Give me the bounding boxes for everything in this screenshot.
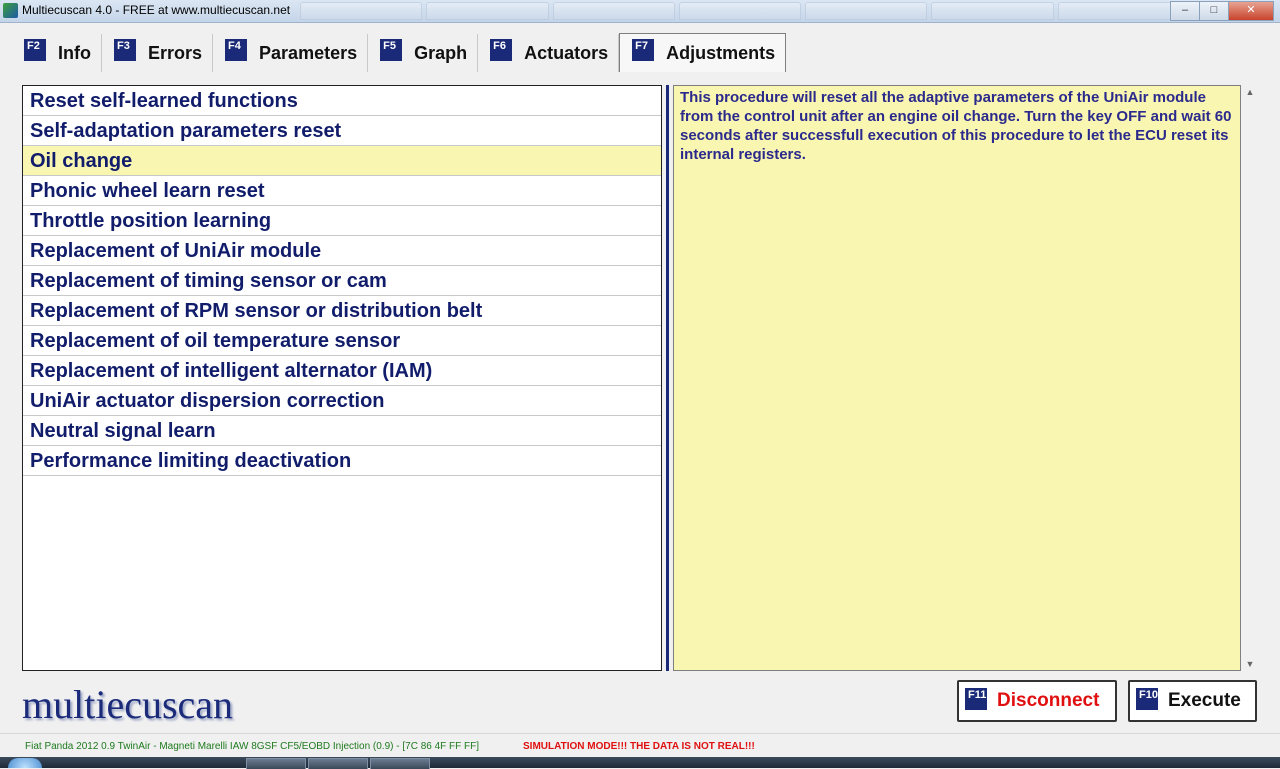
tab-label: Parameters [259,42,358,63]
status-bar: Fiat Panda 2012 0.9 TwinAir - Magneti Ma… [0,733,1280,758]
function-tabs: F2 Info F3 Errors F4 Parameters F5 Graph… [12,33,787,72]
fkey-badge: F10 [1136,688,1158,710]
procedure-description: This procedure will reset all the adapti… [673,85,1241,671]
list-item[interactable]: Neutral signal learn [23,416,661,446]
execute-label: Execute [1168,690,1241,711]
fkey-badge: F2 [24,39,46,61]
tab-info[interactable]: F2 Info [12,34,102,72]
tab-label: Info [58,42,91,63]
simulation-warning: SIMULATION MODE!!! THE DATA IS NOT REAL!… [523,741,755,752]
list-item[interactable]: Reset self-learned functions [23,86,661,116]
list-item[interactable]: Replacement of oil temperature sensor [23,326,661,356]
fkey-badge: F7 [632,39,655,61]
tab-label: Graph [414,42,468,63]
tab-actuators[interactable]: F6 Actuators [478,34,620,72]
app-icon [3,3,18,18]
list-item[interactable]: Replacement of UniAir module [23,236,661,266]
fkey-badge: F6 [490,39,513,61]
scroll-down-icon[interactable]: ▼ [1245,659,1255,669]
tab-errors[interactable]: F3 Errors [102,34,214,72]
description-text: This procedure will reset all the adapti… [680,89,1232,163]
list-item[interactable]: Throttle position learning [23,206,661,236]
taskbar-item[interactable] [246,758,306,769]
taskbar-item[interactable] [308,758,368,769]
app-logo: multiecuscan [22,682,234,727]
tab-parameters[interactable]: F4 Parameters [213,34,369,72]
vehicle-info: Fiat Panda 2012 0.9 TwinAir - Magneti Ma… [25,741,480,752]
execute-button[interactable]: F10 Execute [1128,680,1257,722]
minimize-button[interactable]: – [1170,1,1200,21]
close-button[interactable]: ✕ [1228,1,1274,21]
tab-adjustments[interactable]: F7 Adjustments [619,33,787,72]
procedure-list[interactable]: Reset self-learned functions Self-adapta… [22,85,662,671]
list-item[interactable]: Phonic wheel learn reset [23,176,661,206]
fkey-badge: F3 [114,39,136,61]
tab-label: Actuators [524,42,609,63]
taskbar-item[interactable] [370,758,430,769]
start-button[interactable] [8,758,42,768]
list-item[interactable]: Replacement of timing sensor or cam [23,266,661,296]
window-title: Multiecuscan 4.0 - FREE at www.multiecus… [22,3,291,17]
disconnect-label: Disconnect [997,690,1100,711]
taskbar [0,757,1280,769]
list-item-selected[interactable]: Oil change [23,146,661,176]
fkey-badge: F11 [965,688,987,710]
tab-label: Adjustments [666,42,776,63]
tab-label: Errors [148,42,203,63]
scroll-up-icon[interactable]: ▲ [1245,87,1255,97]
list-item[interactable]: Self-adaptation parameters reset [23,116,661,146]
background-browser-tabs [300,2,1180,20]
list-item[interactable]: Replacement of RPM sensor or distributio… [23,296,661,326]
window-controls: – □ ✕ [1170,1,1274,21]
panel-splitter[interactable] [666,85,669,671]
tab-graph[interactable]: F5 Graph [368,34,479,72]
maximize-button[interactable]: □ [1199,1,1229,21]
fkey-badge: F5 [380,39,403,61]
list-item[interactable]: Replacement of intelligent alternator (I… [23,356,661,386]
list-item[interactable]: UniAir actuator dispersion correction [23,386,661,416]
fkey-badge: F4 [225,39,248,61]
description-scrollbar[interactable]: ▲ ▼ [1243,85,1257,671]
disconnect-button[interactable]: F11 Disconnect [957,680,1117,722]
list-item[interactable]: Performance limiting deactivation [23,446,661,476]
title-bar: Multiecuscan 4.0 - FREE at www.multiecus… [0,0,1280,23]
